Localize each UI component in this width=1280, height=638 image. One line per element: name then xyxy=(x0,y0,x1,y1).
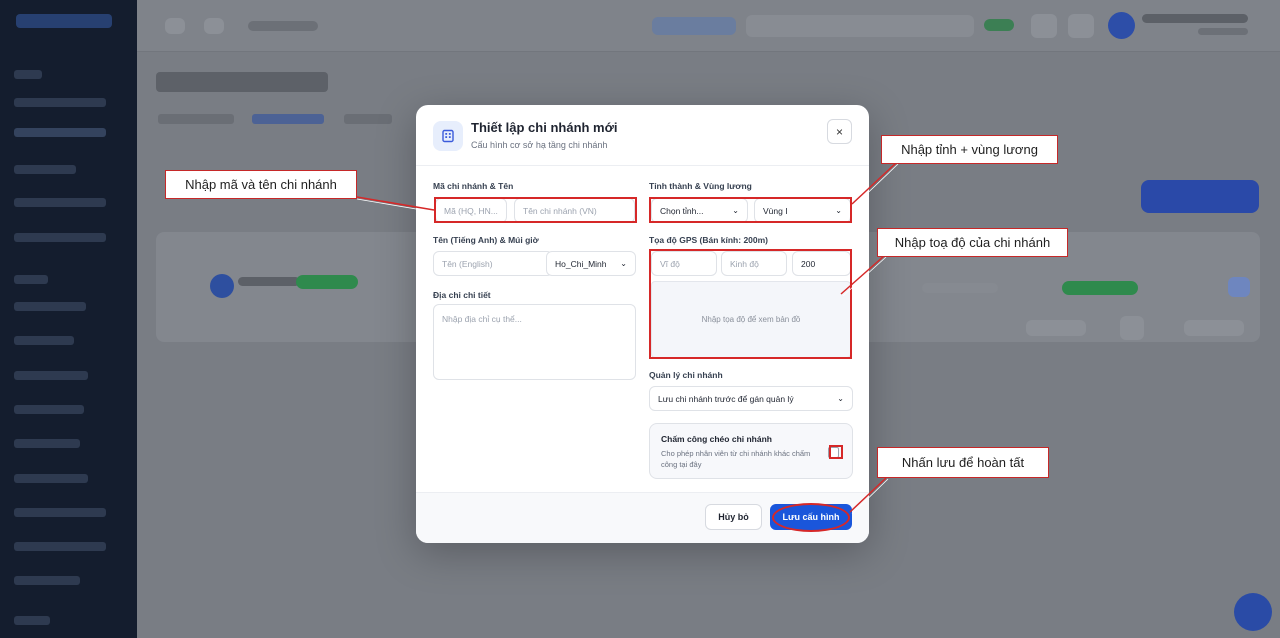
background-row-action xyxy=(1228,277,1250,297)
manager-select[interactable]: Lưu chi nhánh trước để gán quản lý ⌄ xyxy=(649,386,853,411)
background-pagination xyxy=(1120,316,1144,340)
background-row-avatar xyxy=(210,274,234,298)
background-online-badge xyxy=(984,19,1014,31)
map-preview: Nhập tọa độ để xem bản đồ xyxy=(651,281,851,358)
manager-label: Quản lý chi nhánh xyxy=(649,370,723,380)
background-tab xyxy=(344,114,392,124)
background-pagination xyxy=(1184,320,1244,336)
building-icon xyxy=(433,121,463,151)
timezone-select[interactable]: Ho_Chi_Minh ⌄ xyxy=(546,251,636,276)
background-add-button xyxy=(1141,180,1259,213)
save-button[interactable]: Lưu cấu hình xyxy=(770,504,852,530)
branch-name-input[interactable]: Tên chi nhánh (VN) xyxy=(514,198,635,223)
background-pagination xyxy=(1026,320,1086,336)
background-icon-button xyxy=(1068,14,1094,38)
background-home-button xyxy=(204,18,224,34)
manager-value: Lưu chi nhánh trước để gán quản lý xyxy=(658,393,794,404)
new-branch-modal: Thiết lập chi nhánh mới Cấu hình cơ sở h… xyxy=(416,105,869,543)
background-status-pill xyxy=(652,17,736,35)
background-user-role xyxy=(1198,28,1248,35)
background-nav-item xyxy=(14,474,88,483)
map-hint: Nhập tọa độ để xem bản đồ xyxy=(701,315,801,324)
callout-code-name: Nhập mã và tên chi nhánh xyxy=(165,170,357,199)
address-label: Địa chỉ chi tiết xyxy=(433,290,491,300)
chevron-down-icon: ⌄ xyxy=(732,206,739,215)
background-nav-heading xyxy=(14,275,48,284)
province-zone-label: Tỉnh thành & Vùng lương xyxy=(649,181,752,191)
background-nav-heading xyxy=(14,70,42,79)
timezone-value: Ho_Chi_Minh xyxy=(555,258,607,269)
background-nav-item xyxy=(14,576,80,585)
background-row-badge xyxy=(296,275,358,289)
branch-code-input[interactable]: Mã (HQ, HN... xyxy=(435,198,507,223)
callout-province-zone: Nhập tỉnh + vùng lương xyxy=(881,135,1058,164)
background-row-text xyxy=(238,277,300,286)
chevron-down-icon: ⌄ xyxy=(835,206,842,215)
english-name-input[interactable]: Tên (English) xyxy=(433,251,553,276)
close-button[interactable]: × xyxy=(827,119,852,144)
longitude-input[interactable]: Kinh độ xyxy=(721,251,787,276)
background-breadcrumb xyxy=(248,21,318,31)
chevron-down-icon: ⌄ xyxy=(837,394,844,403)
province-value: Chọn tỉnh... xyxy=(660,205,704,216)
background-nav-item xyxy=(14,405,84,414)
cross-checkin-title: Chấm công chéo chi nhánh xyxy=(661,434,772,444)
modal-header: Thiết lập chi nhánh mới Cấu hình cơ sở h… xyxy=(416,105,869,166)
salary-zone-select[interactable]: Vùng I ⌄ xyxy=(754,198,851,223)
background-nav-item xyxy=(14,336,74,345)
background-nav-item xyxy=(14,198,106,207)
background-nav-item xyxy=(14,233,106,242)
background-nav-item xyxy=(14,439,80,448)
background-nav-item xyxy=(14,371,88,380)
cross-checkin-description: Cho phép nhân viên từ chi nhánh khác chấ… xyxy=(661,449,811,469)
background-chat-bubble xyxy=(1234,593,1272,631)
english-timezone-label: Tên (Tiếng Anh) & Múi giờ xyxy=(433,235,539,245)
province-select[interactable]: Chọn tỉnh... ⌄ xyxy=(651,198,748,223)
radius-input[interactable]: 200 xyxy=(792,251,851,276)
background-logo xyxy=(16,14,112,28)
background-nav-item xyxy=(14,542,106,551)
background-nav-item xyxy=(14,302,86,311)
background-nav-item xyxy=(14,98,106,107)
callout-gps: Nhập toạ độ của chi nhánh xyxy=(877,228,1068,257)
gps-label: Tọa độ GPS (Bán kính: 200m) xyxy=(649,235,769,245)
cross-checkin-checkbox[interactable] xyxy=(828,447,839,458)
background-back-button xyxy=(165,18,185,34)
background-nav-item xyxy=(14,165,76,174)
close-icon: × xyxy=(835,124,843,139)
background-nav-item xyxy=(14,508,106,517)
background-icon-button xyxy=(1031,14,1057,38)
modal-subtitle: Cấu hình cơ sở hạ tầng chi nhánh xyxy=(471,140,608,150)
chevron-down-icon: ⌄ xyxy=(620,259,627,268)
background-row-cell xyxy=(922,283,998,293)
cancel-button[interactable]: Hủy bỏ xyxy=(705,504,762,530)
code-name-label: Mã chi nhánh & Tên xyxy=(433,181,514,191)
background-tab xyxy=(252,114,324,124)
background-search xyxy=(746,15,974,37)
cross-checkin-card: Chấm công chéo chi nhánh Cho phép nhân v… xyxy=(649,423,853,479)
background-page-title xyxy=(156,72,328,92)
latitude-input[interactable]: Vĩ độ xyxy=(651,251,717,276)
address-textarea[interactable]: Nhập địa chỉ cụ thể... xyxy=(433,304,636,380)
modal-title: Thiết lập chi nhánh mới xyxy=(471,120,618,135)
callout-save: Nhấn lưu để hoàn tất xyxy=(877,447,1049,478)
background-nav-item xyxy=(14,128,106,137)
background-tab xyxy=(158,114,234,124)
background-nav-heading xyxy=(14,616,50,625)
background-row-status xyxy=(1062,281,1138,295)
background-avatar xyxy=(1108,12,1135,39)
background-user-name xyxy=(1142,14,1248,23)
background-sidebar xyxy=(0,0,137,638)
salary-zone-value: Vùng I xyxy=(763,205,788,216)
